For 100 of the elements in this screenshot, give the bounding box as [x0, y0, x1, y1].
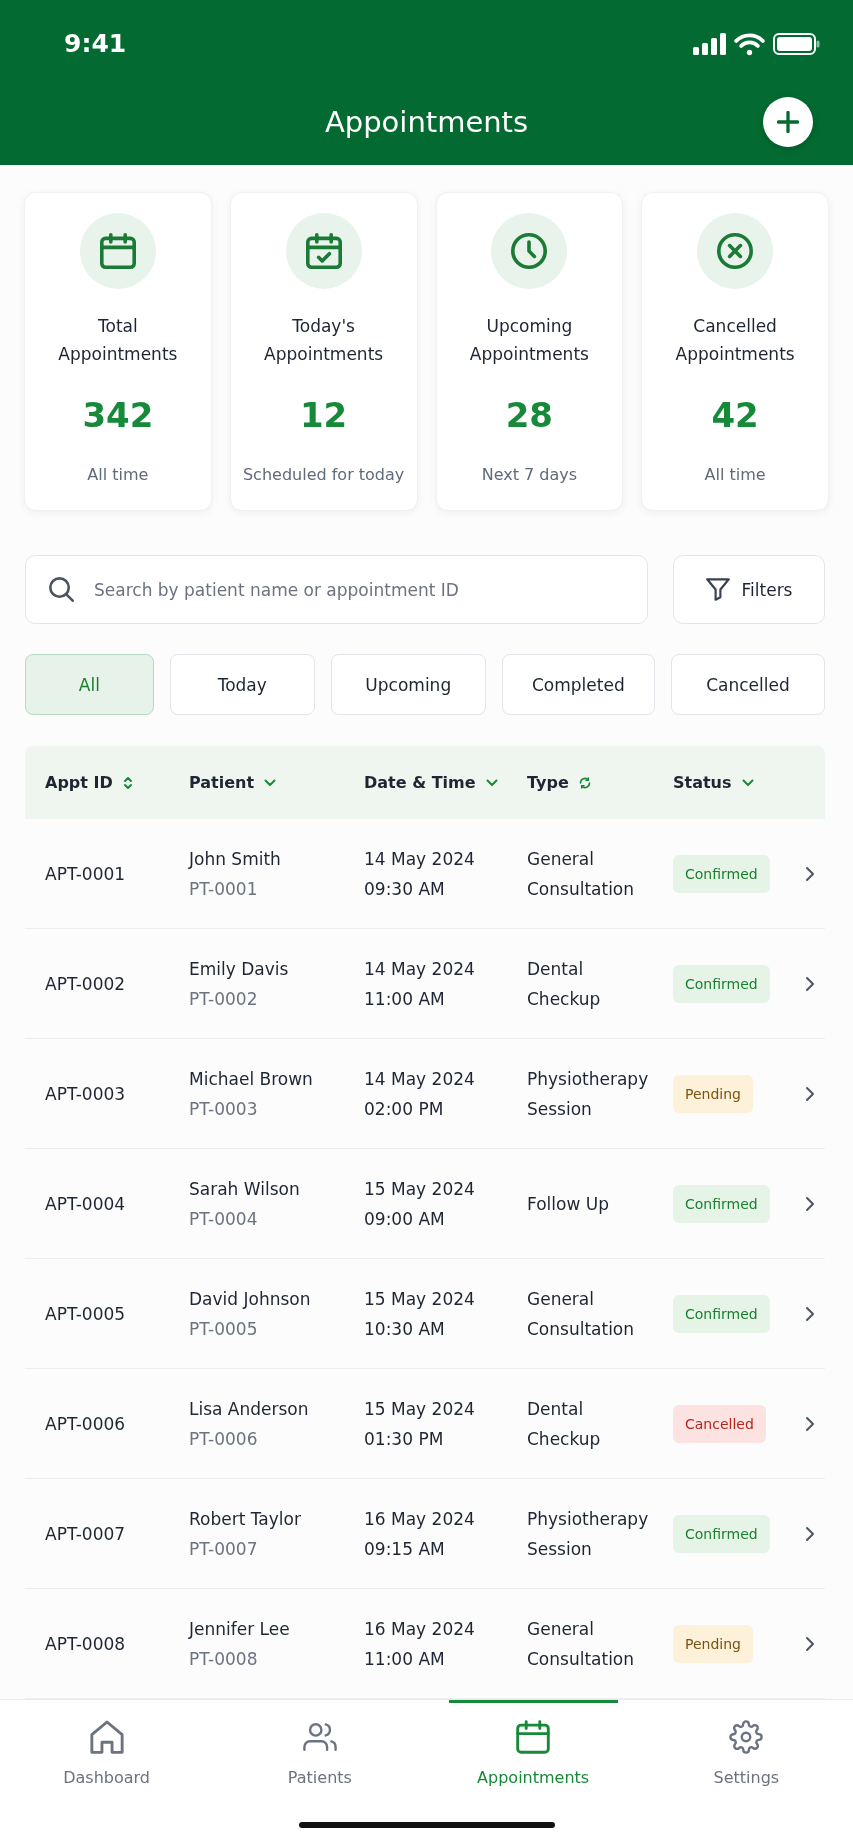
- stat-value: 342: [82, 395, 154, 435]
- chevron-right-icon[interactable]: [805, 1635, 815, 1652]
- search-icon: [49, 577, 74, 602]
- appointment-id: APT-0008: [45, 1633, 126, 1654]
- appointment-id: APT-0001: [45, 863, 126, 884]
- add-button[interactable]: [763, 97, 813, 147]
- chevron-down-icon: [264, 778, 277, 787]
- appointment-date: 16 May 2024: [364, 1617, 475, 1641]
- column-header[interactable]: Type: [527, 773, 591, 792]
- appointment-id: APT-0006: [45, 1413, 126, 1434]
- appointment-type: Physiotherapy Session: [527, 1507, 650, 1561]
- chevron-right-icon[interactable]: [805, 1305, 815, 1322]
- appointment-time: 10:30 AM: [364, 1317, 445, 1341]
- patient-id: PT-0003: [189, 1097, 258, 1121]
- appointment-id: APT-0007: [45, 1523, 126, 1544]
- appointment-id: APT-0002: [45, 973, 126, 994]
- appointment-id: APT-0004: [45, 1193, 126, 1214]
- stat-label: Cancelled Appointments: [674, 315, 796, 366]
- stat-label: Total Appointments: [57, 315, 179, 366]
- home-icon: [89, 1720, 124, 1754]
- status-badge: Cancelled: [673, 1404, 766, 1443]
- calendar-icon: [516, 1720, 551, 1754]
- page-title: Appointments: [324, 105, 529, 139]
- stat-value: 12: [299, 395, 348, 435]
- circular-arrows-icon: [578, 776, 591, 789]
- status-badge: Pending: [673, 1624, 753, 1663]
- nav-tab[interactable]: Patients: [213, 1700, 427, 1789]
- patient-id: PT-0004: [189, 1207, 258, 1231]
- appointment-date: 15 May 2024: [364, 1287, 475, 1311]
- appointment-type: General Consultation: [527, 847, 636, 901]
- chevron-right-icon[interactable]: [805, 1525, 815, 1542]
- chevron-right-icon[interactable]: [805, 1415, 815, 1432]
- nav-tab[interactable]: Settings: [639, 1700, 853, 1789]
- people-icon: [302, 1720, 337, 1754]
- appointment-type: Physiotherapy Session: [527, 1067, 650, 1121]
- signal-icon: [693, 33, 726, 55]
- plus-icon: [777, 111, 799, 133]
- appointment-time: 11:00 AM: [364, 1647, 445, 1671]
- stat-label: Today's Appointments: [263, 315, 385, 366]
- nav-tab[interactable]: Appointments: [426, 1700, 640, 1789]
- patient-name: Michael Brown: [189, 1067, 313, 1091]
- stat-caption: All time: [704, 464, 766, 486]
- filter-tab[interactable]: All: [25, 654, 154, 715]
- status-badge: Pending: [673, 1074, 753, 1113]
- status-badge: Confirmed: [673, 1294, 770, 1333]
- appointment-type: General Consultation: [527, 1287, 636, 1341]
- funnel-icon: [705, 578, 730, 601]
- patient-name: Robert Taylor: [189, 1507, 301, 1531]
- appointment-time: 01:30 PM: [364, 1427, 444, 1451]
- filters-button[interactable]: Filters: [673, 555, 825, 624]
- appointment-date: 14 May 2024: [364, 957, 475, 981]
- status-badge: Confirmed: [673, 964, 770, 1003]
- stat-caption: Next 7 days: [481, 464, 578, 486]
- patient-name: David Johnson: [189, 1287, 311, 1311]
- patient-id: PT-0001: [189, 877, 258, 901]
- appointment-type: Dental Checkup: [527, 957, 602, 1011]
- appointment-type: Follow Up: [527, 1192, 609, 1216]
- patient-id: PT-0005: [189, 1317, 258, 1341]
- appointment-time: 09:00 AM: [364, 1207, 445, 1231]
- stat-caption: All time: [87, 464, 149, 486]
- battery-icon: [773, 33, 820, 55]
- appointment-id: APT-0003: [45, 1083, 126, 1104]
- filter-tab[interactable]: Upcoming: [330, 654, 486, 715]
- chevron-right-icon[interactable]: [805, 1085, 815, 1102]
- chevron-right-icon[interactable]: [805, 1195, 815, 1212]
- column-header[interactable]: Status: [673, 773, 754, 792]
- appointment-date: 15 May 2024: [364, 1177, 475, 1201]
- status-badge: Confirmed: [673, 854, 770, 893]
- status-time: 9:41: [64, 28, 127, 60]
- appointment-time: 02:00 PM: [364, 1097, 444, 1121]
- appointment-id: APT-0005: [45, 1303, 126, 1324]
- stat-value: 42: [711, 395, 759, 435]
- filter-tab[interactable]: Completed: [501, 654, 655, 715]
- chevron-down-icon: [485, 778, 498, 787]
- patient-name: Emily Davis: [189, 957, 289, 981]
- chevron-right-icon[interactable]: [805, 865, 815, 882]
- appointment-date: 14 May 2024: [364, 1067, 475, 1091]
- search-field[interactable]: Search by patient name or appointment ID: [25, 555, 648, 624]
- patient-id: PT-0002: [189, 987, 258, 1011]
- status-badge: Confirmed: [673, 1514, 770, 1553]
- nav-tab[interactable]: Dashboard: [0, 1700, 214, 1789]
- patient-id: PT-0007: [189, 1537, 258, 1561]
- patient-name: Lisa Anderson: [189, 1397, 309, 1421]
- stat-caption: Scheduled for today: [242, 464, 405, 486]
- patient-name: Jennifer Lee: [189, 1617, 290, 1641]
- stat-label: Upcoming Appointments: [468, 315, 590, 366]
- column-header[interactable]: Patient: [189, 773, 277, 792]
- patient-name: Sarah Wilson: [189, 1177, 300, 1201]
- appointment-date: 14 May 2024: [364, 847, 475, 871]
- appointment-date: 16 May 2024: [364, 1507, 475, 1531]
- filter-tab[interactable]: Today: [169, 654, 315, 715]
- appointment-time: 09:15 AM: [364, 1537, 445, 1561]
- patient-id: PT-0008: [189, 1647, 258, 1671]
- stat-value: 28: [505, 395, 554, 435]
- status-badge: Confirmed: [673, 1184, 770, 1223]
- column-header[interactable]: Appt ID: [45, 773, 133, 792]
- filter-tab[interactable]: Cancelled: [670, 654, 825, 715]
- column-header[interactable]: Date & Time: [364, 773, 498, 792]
- chevron-right-icon[interactable]: [805, 975, 815, 992]
- patient-id: PT-0006: [189, 1427, 258, 1451]
